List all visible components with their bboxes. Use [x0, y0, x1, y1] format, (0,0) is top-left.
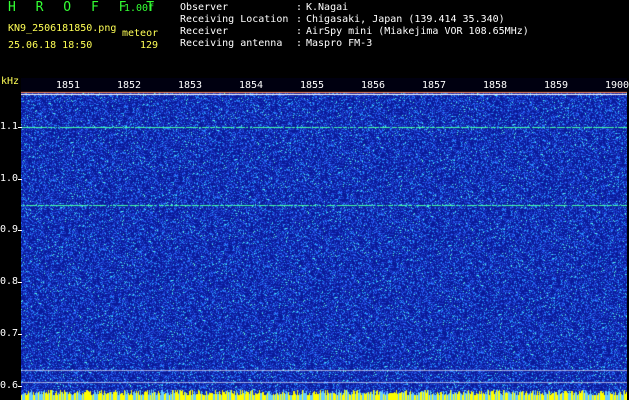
observer-label: Observer [180, 2, 229, 13]
freq-tick [18, 127, 22, 129]
freq-label-0_9: 0.9 [0, 224, 19, 236]
receiver-value: AirSpy mini (Miakejima VOR 108.65MHz) [306, 26, 529, 37]
time-label-1856: 1856 [361, 80, 386, 91]
time-label-1854: 1854 [239, 80, 264, 91]
time-label-1858: 1858 [483, 80, 508, 91]
freq-tick [18, 333, 22, 335]
freq-label-0_8: 0.8 [0, 276, 19, 288]
mode-label: meteor [122, 28, 159, 39]
time-label-1857: 1857 [422, 80, 447, 91]
observer-colon: : [296, 2, 303, 13]
spectrogram-canvas [21, 78, 627, 400]
time-label-1855: 1855 [300, 80, 325, 91]
freq-label-0_6: 0.6 [0, 379, 19, 391]
location-colon: : [296, 14, 303, 25]
time-label-1853: 1853 [178, 80, 203, 91]
location-value: Chigasaki, Japan (139.414 35.340) [306, 14, 505, 25]
antenna-colon: : [296, 38, 303, 49]
receiver-label: Receiver [180, 26, 229, 37]
freq-tick [18, 385, 22, 387]
location-label: Receiving Location [180, 14, 289, 25]
antenna-value: Maspro FM-3 [306, 38, 373, 49]
time-label-1851: 1851 [56, 80, 81, 91]
frequency-unit: kHz [1, 76, 20, 87]
observer-value: K.Nagai [306, 2, 349, 13]
app-version: 1.00f [124, 3, 155, 14]
freq-label-1_1: 1.1 [0, 121, 19, 133]
hrofft-window: H R O F F T 1.00f KN9_2506181850.png met… [0, 0, 629, 400]
datetime-label: 25.06.18 18:50 [8, 40, 93, 51]
time-label-1859: 1859 [544, 80, 569, 91]
spectrogram [21, 78, 627, 400]
freq-label-1_0: 1.0 [0, 172, 19, 184]
echo-count: 129 [140, 40, 159, 51]
time-label-1852: 1852 [117, 80, 142, 91]
antenna-label: Receiving antenna [180, 38, 283, 49]
freq-tick [18, 230, 22, 232]
freq-tick [18, 282, 22, 284]
freq-tick [18, 178, 22, 180]
file-name: KN9_2506181850.png [8, 23, 117, 34]
time-label-1900: 1900 [605, 80, 629, 91]
receiver-colon: : [296, 26, 303, 37]
freq-label-0_7: 0.7 [0, 327, 19, 339]
